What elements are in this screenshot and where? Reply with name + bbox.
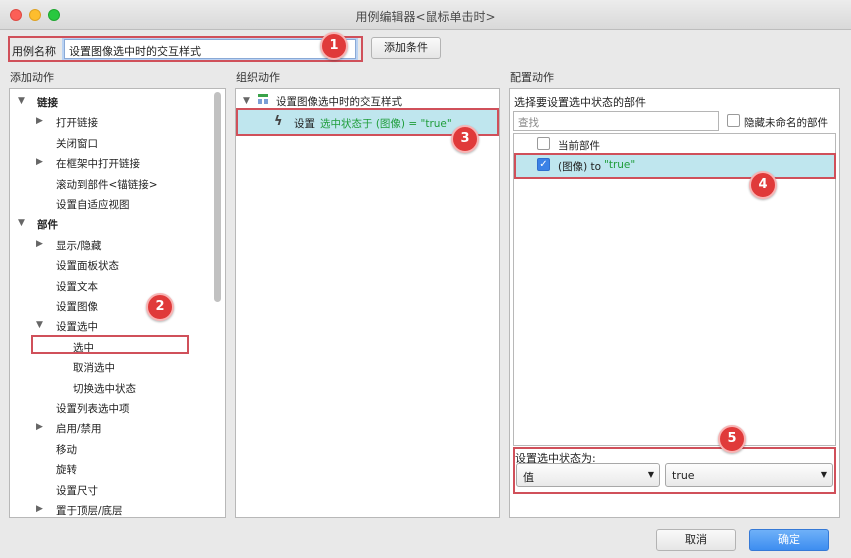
- current-widget-label: 当前部件: [558, 140, 600, 152]
- title-bar: 用例编辑器<鼠标单击时>: [0, 0, 851, 30]
- tree-item[interactable]: 链接: [37, 95, 58, 110]
- hide-unnamed-checkbox[interactable]: [727, 114, 740, 127]
- lightning-icon: ϟ: [274, 114, 283, 129]
- tree-expand-arrow[interactable]: ▶: [36, 504, 43, 514]
- config-header: 选择要设置选中状态的部件: [514, 96, 646, 109]
- tree-item[interactable]: 显示/隐藏: [56, 238, 102, 253]
- tree-item[interactable]: 启用/禁用: [56, 421, 102, 436]
- window-title: 用例编辑器<鼠标单击时>: [355, 10, 496, 24]
- tree-item[interactable]: 旋转: [56, 462, 77, 477]
- state-type-value: 值: [523, 471, 534, 484]
- callout-badge-2: 2: [146, 293, 174, 321]
- case-icon: [257, 93, 269, 105]
- image-widget-value: "true": [604, 159, 636, 171]
- tree-expand-arrow[interactable]: ▼: [18, 218, 25, 228]
- case-expand-arrow[interactable]: ▼: [243, 96, 250, 106]
- tree-expand-arrow[interactable]: ▶: [36, 422, 43, 432]
- add-action-header: 添加动作: [10, 71, 54, 84]
- tree-item[interactable]: 置于顶层/底层: [56, 503, 123, 518]
- tree-item[interactable]: 切换选中状态: [73, 381, 136, 396]
- chevron-down-icon: ▼: [647, 470, 654, 479]
- tree-item[interactable]: 设置自适应视图: [56, 197, 130, 212]
- image-widget-checkbox[interactable]: ✓: [537, 158, 550, 171]
- hide-unnamed-label: 隐藏未命名的部件: [744, 117, 828, 129]
- tree-item[interactable]: 部件: [37, 217, 58, 232]
- action-text: 选中状态于 (图像) = "true": [320, 118, 452, 130]
- callout-badge-3: 3: [451, 125, 479, 153]
- action-prefix: 设置: [294, 118, 315, 130]
- tree-item[interactable]: 滚动到部件<锚链接>: [56, 177, 158, 192]
- tree-item[interactable]: 在框架中打开链接: [56, 156, 140, 171]
- tree-item[interactable]: 关闭窗口: [56, 136, 98, 151]
- tree-expand-arrow[interactable]: ▼: [18, 96, 25, 106]
- select-action-highlight-box: [31, 335, 189, 354]
- tree-item[interactable]: 设置面板状态: [56, 258, 119, 273]
- organize-action-header: 组织动作: [236, 71, 280, 84]
- tree-expand-arrow[interactable]: ▶: [36, 116, 43, 126]
- case-title: 设置图像选中时的交互样式: [276, 96, 402, 108]
- widget-list: [513, 133, 836, 446]
- tree-item[interactable]: 移动: [56, 442, 77, 457]
- action-tree-scrollbar[interactable]: [214, 92, 221, 302]
- state-value-select[interactable]: true ▼: [665, 463, 833, 487]
- state-value-value: true: [672, 469, 695, 482]
- callout-badge-4: 4: [749, 171, 777, 199]
- image-widget-label: (图像) to: [558, 161, 602, 173]
- tree-expand-arrow[interactable]: ▶: [36, 157, 43, 167]
- chevron-down-icon: ▼: [820, 470, 827, 479]
- cancel-button[interactable]: 取消: [656, 529, 736, 551]
- tree-item[interactable]: 设置文本: [56, 279, 98, 294]
- state-type-select[interactable]: 值 ▼: [516, 463, 660, 487]
- current-widget-checkbox[interactable]: [537, 137, 550, 150]
- tree-expand-arrow[interactable]: ▶: [36, 239, 43, 249]
- tree-item[interactable]: 设置尺寸: [56, 483, 98, 498]
- callout-badge-1: 1: [320, 32, 348, 60]
- tree-item[interactable]: 设置图像: [56, 299, 98, 314]
- ok-button[interactable]: 确定: [749, 529, 829, 551]
- case-name-highlight-box: [8, 36, 363, 62]
- add-action-panel: [9, 88, 226, 518]
- callout-badge-5: 5: [718, 425, 746, 453]
- tree-item[interactable]: 取消选中: [73, 360, 115, 375]
- tree-expand-arrow[interactable]: ▼: [36, 320, 43, 330]
- add-condition-button[interactable]: 添加条件: [371, 37, 441, 59]
- organize-action-panel: [235, 88, 500, 518]
- widget-search-input[interactable]: 查找: [513, 111, 719, 131]
- tree-item[interactable]: 设置选中: [56, 319, 98, 334]
- config-action-header: 配置动作: [510, 71, 554, 84]
- tree-item[interactable]: 打开链接: [56, 115, 98, 130]
- tree-item[interactable]: 设置列表选中项: [56, 401, 130, 416]
